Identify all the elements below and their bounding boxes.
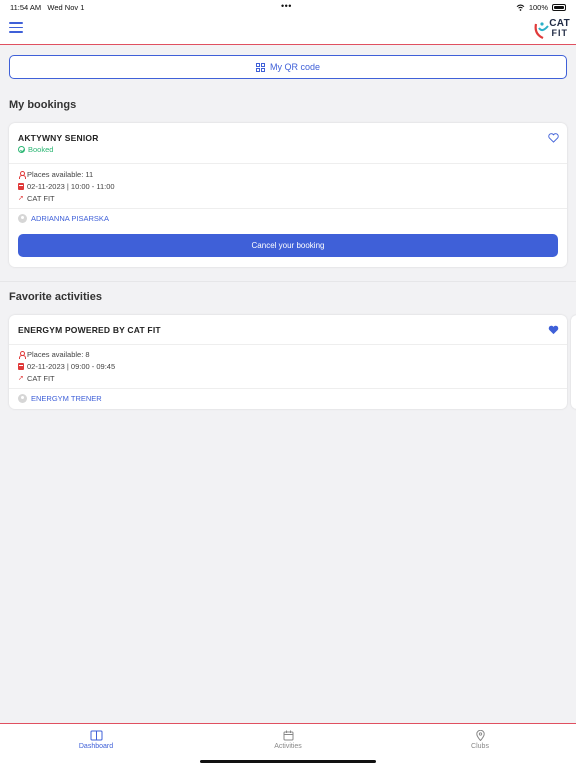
club-text: CAT FIT <box>27 374 55 383</box>
booking-status-label: Booked <box>28 145 54 154</box>
trainer-link[interactable]: ADRIANNA PISARSKA <box>18 214 109 223</box>
cat-fit-logo: CAT FIT <box>534 16 570 42</box>
activity-name: ENERGYM POWERED BY CAT FIT <box>18 325 161 335</box>
booking-status: Booked <box>18 145 53 154</box>
battery-icon <box>552 4 566 11</box>
tab-label: Dashboard <box>78 743 114 750</box>
card-divider <box>9 208 567 209</box>
qr-button-label: My QR code <box>269 62 320 72</box>
activity-club: ➚ CAT FIT <box>18 374 55 383</box>
status-time: 11:54 AM Wed Nov 1 <box>10 3 85 12</box>
qr-code-icon <box>255 62 265 72</box>
favorite-activities-title: Favorite activities <box>9 291 102 303</box>
heart-filled-icon[interactable] <box>548 325 559 335</box>
activity-datetime: 02-11-2023 | 09:00 - 09:45 <box>18 362 115 371</box>
hamburger-menu-icon[interactable] <box>9 22 23 36</box>
calendar-icon <box>283 730 293 741</box>
person-icon <box>18 171 26 179</box>
tab-clubs[interactable]: Clubs <box>450 730 510 750</box>
tab-label: Clubs <box>471 743 489 750</box>
places-text: Places available: 11 <box>27 170 94 179</box>
datetime-text: 02-11-2023 | 10:00 - 11:00 <box>27 182 115 191</box>
dashboard-content: My QR code My bookings AKTYWNY SENIOR Bo… <box>0 45 576 723</box>
calendar-icon <box>18 363 24 370</box>
multitasking-dots-icon[interactable]: ••• <box>281 1 292 11</box>
favorite-activity-card[interactable]: ENERGYM POWERED BY CAT FIT Places availa… <box>9 315 567 409</box>
home-indicator[interactable] <box>200 760 376 763</box>
rocket-icon: ➚ <box>18 375 24 382</box>
activity-club: ➚ CAT FIT <box>18 194 55 203</box>
trainer-name: ENERGYM TRENER <box>31 394 102 403</box>
tab-activities[interactable]: Activities <box>258 730 318 750</box>
tab-dashboard[interactable]: Dashboard <box>66 730 126 750</box>
card-divider <box>9 344 567 345</box>
next-favorite-card-peek[interactable] <box>571 315 576 409</box>
check-circle-icon <box>18 146 25 153</box>
wifi-icon <box>516 4 525 11</box>
avatar <box>18 394 27 403</box>
my-bookings-title: My bookings <box>9 99 77 111</box>
activity-datetime: 02-11-2023 | 10:00 - 11:00 <box>18 182 115 191</box>
trainer-name: ADRIANNA PISARSKA <box>31 214 109 223</box>
my-qr-code-button[interactable]: My QR code <box>9 55 567 79</box>
places-text: Places available: 8 <box>27 350 90 359</box>
logo-swoosh-icon <box>534 22 549 40</box>
cancel-booking-button[interactable]: Cancel your booking <box>18 234 558 257</box>
rocket-icon: ➚ <box>18 195 24 202</box>
map-pin-icon <box>475 730 485 741</box>
person-icon <box>18 351 26 359</box>
tab-label: Activities <box>274 743 302 750</box>
status-bar: 11:54 AM Wed Nov 1 ••• 100% <box>0 0 576 14</box>
datetime-text: 02-11-2023 | 09:00 - 09:45 <box>27 362 116 371</box>
places-available: Places available: 8 <box>18 350 90 359</box>
avatar <box>18 214 27 223</box>
club-text: CAT FIT <box>27 194 55 203</box>
book-icon <box>90 730 102 741</box>
app-header: CAT FIT <box>0 14 576 45</box>
logo-text-fit: FIT <box>551 28 568 38</box>
places-available: Places available: 11 <box>18 170 93 179</box>
section-divider <box>0 281 576 282</box>
calendar-icon <box>18 183 24 190</box>
card-divider <box>9 388 567 389</box>
heart-outline-icon[interactable] <box>548 133 559 143</box>
booking-card[interactable]: AKTYWNY SENIOR Booked Places available: … <box>9 123 567 267</box>
trainer-link[interactable]: ENERGYM TRENER <box>18 394 102 403</box>
battery-percent: 100% <box>528 3 548 12</box>
card-divider <box>9 163 567 164</box>
status-indicators: 100% <box>516 3 566 12</box>
activity-name: AKTYWNY SENIOR <box>18 133 99 143</box>
